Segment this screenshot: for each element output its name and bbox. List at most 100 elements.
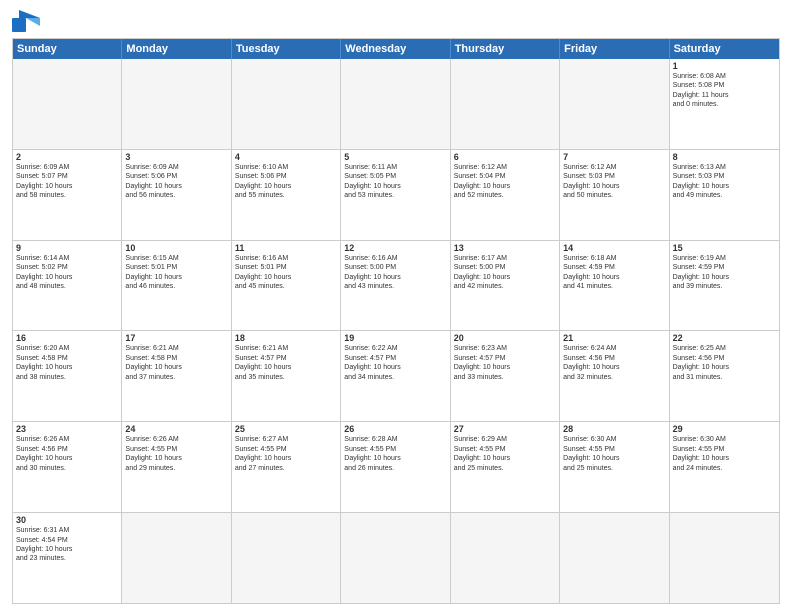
day-header-monday: Monday: [122, 39, 231, 59]
day-info: Sunrise: 6:16 AM Sunset: 5:01 PM Dayligh…: [235, 254, 337, 292]
day-header-saturday: Saturday: [670, 39, 779, 59]
day-cell: 10Sunrise: 6:15 AM Sunset: 5:01 PM Dayli…: [122, 241, 231, 331]
day-number: 20: [454, 333, 556, 343]
day-cell: 23Sunrise: 6:26 AM Sunset: 4:56 PM Dayli…: [13, 422, 122, 512]
day-number: 13: [454, 243, 556, 253]
day-number: 30: [16, 515, 118, 525]
day-info: Sunrise: 6:20 AM Sunset: 4:58 PM Dayligh…: [16, 344, 118, 382]
day-cell: 18Sunrise: 6:21 AM Sunset: 4:57 PM Dayli…: [232, 331, 341, 421]
day-cell: 14Sunrise: 6:18 AM Sunset: 4:59 PM Dayli…: [560, 241, 669, 331]
day-number: 6: [454, 152, 556, 162]
day-number: 3: [125, 152, 227, 162]
day-cell: 26Sunrise: 6:28 AM Sunset: 4:55 PM Dayli…: [341, 422, 450, 512]
day-number: 8: [673, 152, 776, 162]
week-row-3: 9Sunrise: 6:14 AM Sunset: 5:02 PM Daylig…: [13, 241, 779, 332]
day-info: Sunrise: 6:26 AM Sunset: 4:56 PM Dayligh…: [16, 435, 118, 473]
day-cell: 21Sunrise: 6:24 AM Sunset: 4:56 PM Dayli…: [560, 331, 669, 421]
day-number: 11: [235, 243, 337, 253]
day-info: Sunrise: 6:27 AM Sunset: 4:55 PM Dayligh…: [235, 435, 337, 473]
day-info: Sunrise: 6:19 AM Sunset: 4:59 PM Dayligh…: [673, 254, 776, 292]
day-cell: [13, 59, 122, 149]
day-info: Sunrise: 6:15 AM Sunset: 5:01 PM Dayligh…: [125, 254, 227, 292]
day-cell: 22Sunrise: 6:25 AM Sunset: 4:56 PM Dayli…: [670, 331, 779, 421]
day-info: Sunrise: 6:13 AM Sunset: 5:03 PM Dayligh…: [673, 163, 776, 201]
day-number: 15: [673, 243, 776, 253]
day-cell: [341, 59, 450, 149]
day-cell: 9Sunrise: 6:14 AM Sunset: 5:02 PM Daylig…: [13, 241, 122, 331]
calendar: SundayMondayTuesdayWednesdayThursdayFrid…: [12, 38, 780, 604]
day-cell: 30Sunrise: 6:31 AM Sunset: 4:54 PM Dayli…: [13, 513, 122, 603]
day-header-sunday: Sunday: [13, 39, 122, 59]
day-cell: 1Sunrise: 6:08 AM Sunset: 5:08 PM Daylig…: [670, 59, 779, 149]
day-info: Sunrise: 6:26 AM Sunset: 4:55 PM Dayligh…: [125, 435, 227, 473]
day-cell: [670, 513, 779, 603]
day-info: Sunrise: 6:18 AM Sunset: 4:59 PM Dayligh…: [563, 254, 665, 292]
day-cell: 12Sunrise: 6:16 AM Sunset: 5:00 PM Dayli…: [341, 241, 450, 331]
day-cell: 5Sunrise: 6:11 AM Sunset: 5:05 PM Daylig…: [341, 150, 450, 240]
day-info: Sunrise: 6:08 AM Sunset: 5:08 PM Dayligh…: [673, 72, 776, 110]
day-number: 21: [563, 333, 665, 343]
day-number: 16: [16, 333, 118, 343]
day-cell: 27Sunrise: 6:29 AM Sunset: 4:55 PM Dayli…: [451, 422, 560, 512]
day-number: 27: [454, 424, 556, 434]
day-number: 9: [16, 243, 118, 253]
day-cell: [122, 513, 231, 603]
day-cell: 13Sunrise: 6:17 AM Sunset: 5:00 PM Dayli…: [451, 241, 560, 331]
day-cell: 28Sunrise: 6:30 AM Sunset: 4:55 PM Dayli…: [560, 422, 669, 512]
day-number: 24: [125, 424, 227, 434]
day-info: Sunrise: 6:30 AM Sunset: 4:55 PM Dayligh…: [563, 435, 665, 473]
week-row-6: 30Sunrise: 6:31 AM Sunset: 4:54 PM Dayli…: [13, 513, 779, 603]
week-row-2: 2Sunrise: 6:09 AM Sunset: 5:07 PM Daylig…: [13, 150, 779, 241]
day-cell: 16Sunrise: 6:20 AM Sunset: 4:58 PM Dayli…: [13, 331, 122, 421]
day-number: 19: [344, 333, 446, 343]
day-cell: [122, 59, 231, 149]
day-info: Sunrise: 6:21 AM Sunset: 4:57 PM Dayligh…: [235, 344, 337, 382]
logo-icon: [12, 10, 40, 32]
day-number: 10: [125, 243, 227, 253]
day-cell: 8Sunrise: 6:13 AM Sunset: 5:03 PM Daylig…: [670, 150, 779, 240]
day-cell: 2Sunrise: 6:09 AM Sunset: 5:07 PM Daylig…: [13, 150, 122, 240]
week-row-4: 16Sunrise: 6:20 AM Sunset: 4:58 PM Dayli…: [13, 331, 779, 422]
week-row-5: 23Sunrise: 6:26 AM Sunset: 4:56 PM Dayli…: [13, 422, 779, 513]
day-info: Sunrise: 6:21 AM Sunset: 4:58 PM Dayligh…: [125, 344, 227, 382]
day-cell: 25Sunrise: 6:27 AM Sunset: 4:55 PM Dayli…: [232, 422, 341, 512]
day-info: Sunrise: 6:29 AM Sunset: 4:55 PM Dayligh…: [454, 435, 556, 473]
day-number: 1: [673, 61, 776, 71]
day-number: 26: [344, 424, 446, 434]
day-cell: [560, 59, 669, 149]
day-number: 5: [344, 152, 446, 162]
day-cell: 20Sunrise: 6:23 AM Sunset: 4:57 PM Dayli…: [451, 331, 560, 421]
day-info: Sunrise: 6:09 AM Sunset: 5:07 PM Dayligh…: [16, 163, 118, 201]
day-number: 14: [563, 243, 665, 253]
calendar-body: 1Sunrise: 6:08 AM Sunset: 5:08 PM Daylig…: [13, 59, 779, 603]
day-number: 7: [563, 152, 665, 162]
day-cell: 4Sunrise: 6:10 AM Sunset: 5:06 PM Daylig…: [232, 150, 341, 240]
day-cell: 7Sunrise: 6:12 AM Sunset: 5:03 PM Daylig…: [560, 150, 669, 240]
day-info: Sunrise: 6:22 AM Sunset: 4:57 PM Dayligh…: [344, 344, 446, 382]
day-number: 29: [673, 424, 776, 434]
day-cell: [451, 513, 560, 603]
week-row-1: 1Sunrise: 6:08 AM Sunset: 5:08 PM Daylig…: [13, 59, 779, 150]
day-info: Sunrise: 6:10 AM Sunset: 5:06 PM Dayligh…: [235, 163, 337, 201]
day-cell: 15Sunrise: 6:19 AM Sunset: 4:59 PM Dayli…: [670, 241, 779, 331]
day-header-tuesday: Tuesday: [232, 39, 341, 59]
day-info: Sunrise: 6:11 AM Sunset: 5:05 PM Dayligh…: [344, 163, 446, 201]
day-number: 12: [344, 243, 446, 253]
day-number: 28: [563, 424, 665, 434]
day-cell: [232, 59, 341, 149]
day-number: 18: [235, 333, 337, 343]
day-info: Sunrise: 6:24 AM Sunset: 4:56 PM Dayligh…: [563, 344, 665, 382]
day-number: 23: [16, 424, 118, 434]
day-cell: 29Sunrise: 6:30 AM Sunset: 4:55 PM Dayli…: [670, 422, 779, 512]
day-cell: 24Sunrise: 6:26 AM Sunset: 4:55 PM Dayli…: [122, 422, 231, 512]
day-cell: 17Sunrise: 6:21 AM Sunset: 4:58 PM Dayli…: [122, 331, 231, 421]
day-cell: [451, 59, 560, 149]
day-info: Sunrise: 6:14 AM Sunset: 5:02 PM Dayligh…: [16, 254, 118, 292]
day-info: Sunrise: 6:23 AM Sunset: 4:57 PM Dayligh…: [454, 344, 556, 382]
day-number: 25: [235, 424, 337, 434]
day-info: Sunrise: 6:28 AM Sunset: 4:55 PM Dayligh…: [344, 435, 446, 473]
day-info: Sunrise: 6:17 AM Sunset: 5:00 PM Dayligh…: [454, 254, 556, 292]
day-number: 22: [673, 333, 776, 343]
day-header-friday: Friday: [560, 39, 669, 59]
day-cell: 3Sunrise: 6:09 AM Sunset: 5:06 PM Daylig…: [122, 150, 231, 240]
